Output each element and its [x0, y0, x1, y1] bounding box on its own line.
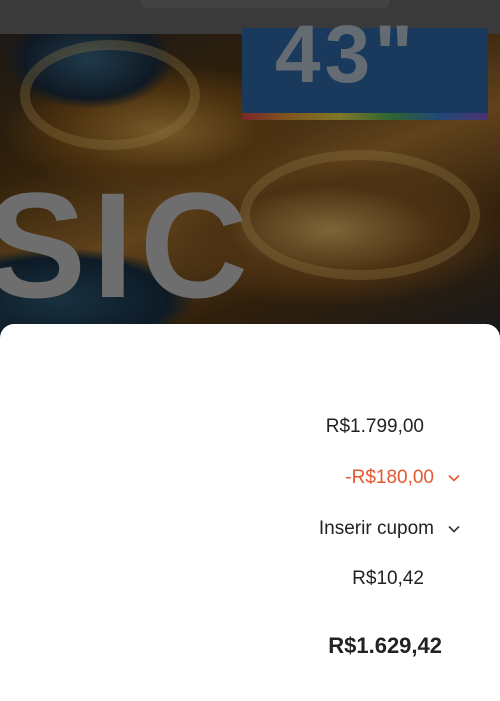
- subtotal-row: R$1.799,00: [326, 416, 424, 438]
- subtotal-value: R$1.799,00: [325, 416, 424, 437]
- total-row: R$1.629,42: [328, 633, 442, 659]
- coupon-label: Inserir cupom: [318, 518, 434, 539]
- discount-value: -R$180,00: [345, 467, 434, 488]
- discount-row[interactable]: -R$180,00: [345, 467, 460, 489]
- coupon-row[interactable]: Inserir cupom: [319, 518, 460, 540]
- chevron-down-icon: [448, 525, 460, 533]
- order-summary-sheet: R$1.799,00 -R$180,00 Inserir cupom R$10,…: [0, 324, 500, 701]
- shipping-value: R$10,42: [352, 568, 424, 589]
- chevron-down-icon: [448, 474, 460, 482]
- total-value: R$1.629,42: [328, 633, 442, 658]
- shipping-row: R$10,42: [352, 568, 424, 590]
